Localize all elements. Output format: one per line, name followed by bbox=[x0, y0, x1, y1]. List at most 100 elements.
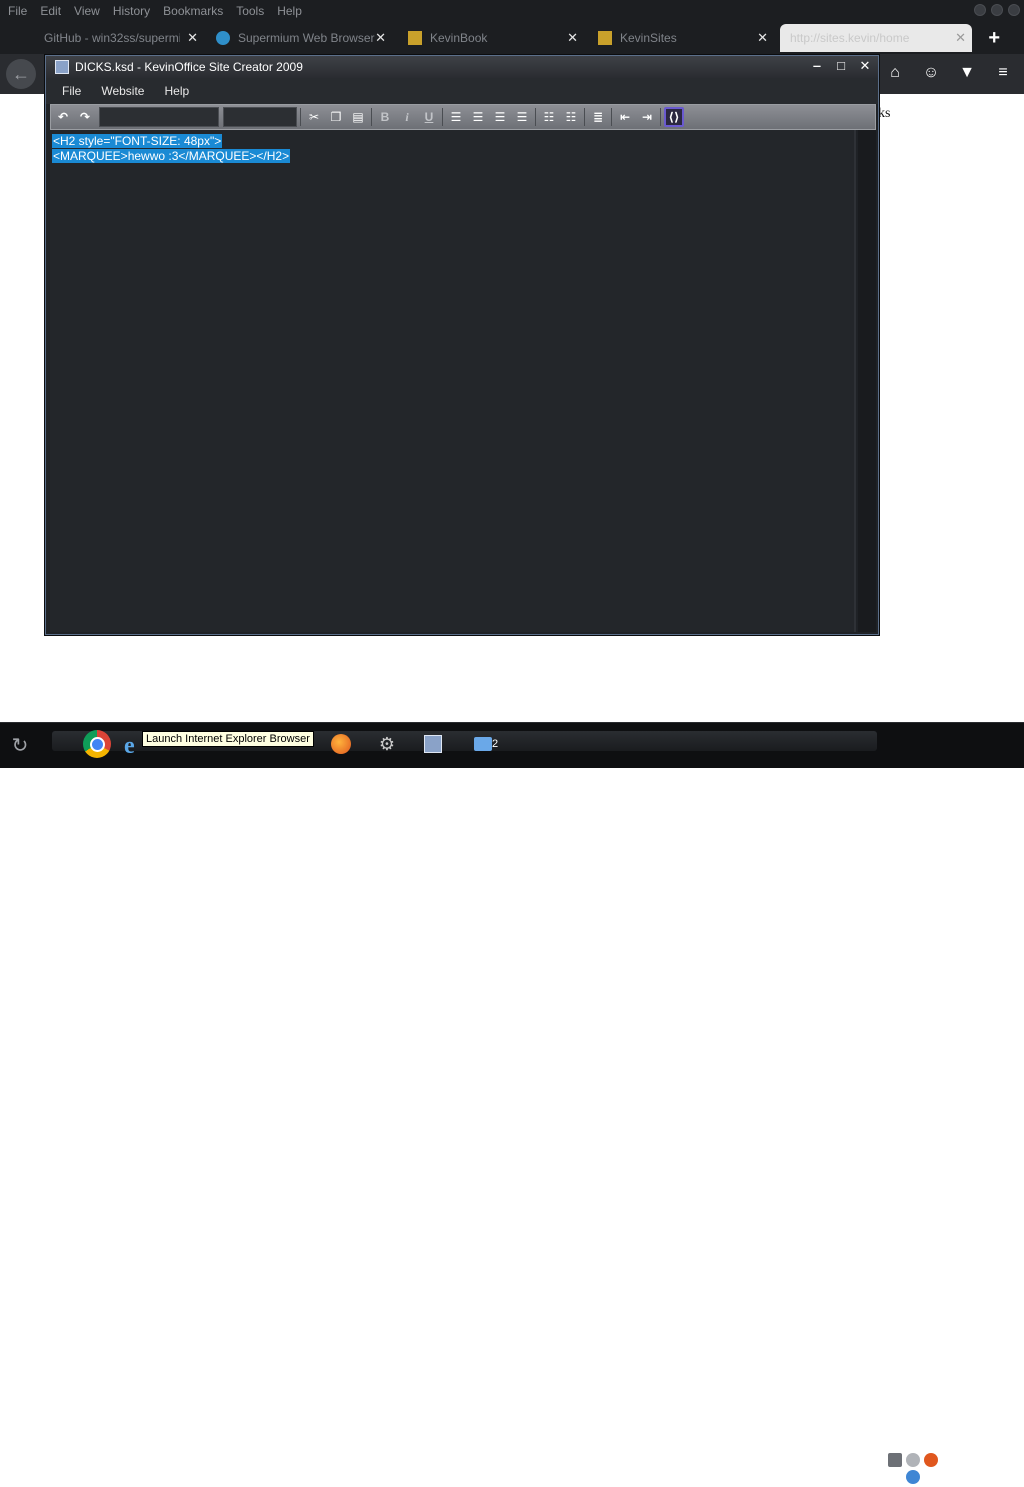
task-group-count: 2 bbox=[491, 738, 499, 750]
supermium-icon bbox=[216, 31, 230, 45]
browser-window-controls bbox=[974, 4, 1020, 16]
browser-menu-tools[interactable]: Tools bbox=[236, 4, 264, 18]
toolbar-separator bbox=[442, 108, 443, 126]
close-icon[interactable]: ✕ bbox=[567, 30, 578, 46]
kevin-icon bbox=[598, 31, 612, 45]
taskbar-clock[interactable]: 1:47 PM bbox=[956, 1462, 1004, 1477]
taskbar-firefox[interactable] bbox=[326, 729, 356, 759]
taskbar-kevinoffice[interactable] bbox=[418, 729, 448, 759]
browser-menu-view[interactable]: View bbox=[74, 4, 100, 18]
browser-menu-edit[interactable]: Edit bbox=[40, 4, 61, 18]
html-source-editor[interactable]: <H2 style="FONT-SIZE: 48px"> <MARQUEE>he… bbox=[50, 130, 856, 632]
toolbar-separator bbox=[371, 108, 372, 126]
tab-supermium[interactable]: Supermium Web Browser ✕ bbox=[216, 24, 392, 52]
system-tray bbox=[884, 1451, 944, 1487]
browser-menu-bookmarks[interactable]: Bookmarks bbox=[163, 4, 223, 18]
page-text-fragment: ks bbox=[878, 106, 891, 121]
kevin-icon bbox=[408, 31, 422, 45]
back-button[interactable]: ← bbox=[6, 59, 36, 89]
back-arrow-icon: ← bbox=[12, 63, 30, 84]
browser-minimize-button[interactable] bbox=[974, 4, 986, 16]
underline-icon[interactable]: U bbox=[419, 107, 439, 127]
font-size-select[interactable] bbox=[223, 107, 297, 127]
taskbar-chrome[interactable] bbox=[82, 729, 112, 759]
italic-icon[interactable]: i bbox=[397, 107, 417, 127]
pocket-icon[interactable]: ▼ bbox=[956, 62, 978, 84]
tab-label: GitHub - win32ss/supermiu... bbox=[44, 31, 180, 45]
gear-icon: ⚙ bbox=[378, 733, 396, 754]
minimize-button[interactable]: ‒ bbox=[810, 58, 824, 74]
toolbar-separator bbox=[535, 108, 536, 126]
kevinoffice-app-icon bbox=[55, 60, 69, 74]
tray-alert-icon[interactable] bbox=[924, 1453, 938, 1467]
unordered-list-icon[interactable]: ☷ bbox=[561, 107, 581, 127]
browser-close-button[interactable] bbox=[1008, 4, 1020, 16]
toolbar-separator bbox=[660, 108, 661, 126]
tab-label: Supermium Web Browser bbox=[238, 31, 375, 45]
app-window-controls: ‒ □ ✕ bbox=[810, 58, 872, 74]
close-icon[interactable]: ✕ bbox=[187, 30, 198, 46]
tab-active-home[interactable]: http://sites.kevin/home ✕ bbox=[780, 24, 972, 52]
outdent-icon[interactable]: ⇤ bbox=[615, 107, 635, 127]
taskbar-explorer-group[interactable]: 2 bbox=[466, 729, 506, 759]
app-menubar: File Website Help bbox=[46, 78, 878, 104]
code-line[interactable]: <H2 style="FONT-SIZE: 48px"> bbox=[52, 134, 223, 148]
maximize-button[interactable]: □ bbox=[834, 58, 848, 74]
toolbar-separator bbox=[300, 108, 301, 126]
paste-icon[interactable]: ▤ bbox=[348, 107, 368, 127]
taskbar-tooltip: Launch Internet Explorer Browser bbox=[142, 731, 314, 747]
new-tab-button[interactable]: + bbox=[988, 27, 1000, 50]
font-family-select[interactable] bbox=[99, 107, 219, 127]
smiley-icon[interactable]: ☺ bbox=[920, 62, 942, 84]
kevinoffice-icon bbox=[424, 735, 442, 753]
tab-kevinsites[interactable]: KevinSites ✕ bbox=[598, 24, 774, 52]
ordered-list-icon[interactable]: ☷ bbox=[539, 107, 559, 127]
close-icon[interactable]: ✕ bbox=[375, 30, 386, 46]
tab-label: http://sites.kevin/home bbox=[790, 31, 910, 45]
app-titlebar[interactable]: DICKS.ksd - KevinOffice Site Creator 200… bbox=[46, 56, 878, 78]
home-icon[interactable]: ⌂ bbox=[884, 62, 906, 84]
toolbar-separator bbox=[611, 108, 612, 126]
source-view-icon[interactable]: ⟨⟩ bbox=[664, 107, 684, 127]
folder-icon bbox=[473, 737, 492, 751]
tab-label: KevinBook bbox=[430, 31, 488, 45]
tray-window-icon[interactable] bbox=[888, 1453, 902, 1467]
firefox-icon bbox=[331, 734, 351, 754]
browser-menu-file[interactable]: File bbox=[8, 4, 27, 18]
copy-icon[interactable]: ❐ bbox=[326, 107, 346, 127]
cut-icon[interactable]: ✂ bbox=[304, 107, 324, 127]
formatting-toolbar: ↶ ↷ ✂ ❐ ▤ B i U ☰ ☰ ☰ ☰ ☷ ☷ ≣ ⇤ ⇥ ⟨⟩ bbox=[50, 104, 876, 130]
chrome-icon bbox=[83, 730, 111, 758]
app-menu-help[interactable]: Help bbox=[164, 84, 189, 98]
hamburger-menu-icon[interactable]: ≡ bbox=[992, 62, 1014, 84]
tab-label: KevinSites bbox=[620, 31, 677, 45]
close-icon[interactable]: ✕ bbox=[955, 30, 966, 46]
tab-github[interactable]: GitHub - win32ss/supermiu... ✕ bbox=[44, 24, 204, 52]
bold-icon[interactable]: B bbox=[375, 107, 395, 127]
browser-menubar: File Edit View History Bookmarks Tools H… bbox=[0, 0, 1024, 22]
indent-icon[interactable]: ⇥ bbox=[637, 107, 657, 127]
undo-icon[interactable]: ↶ bbox=[53, 107, 73, 127]
align-justify-icon[interactable]: ☰ bbox=[512, 107, 532, 127]
tab-kevinbook[interactable]: KevinBook ✕ bbox=[408, 24, 584, 52]
taskbar-settings[interactable]: ⚙ bbox=[372, 729, 402, 759]
paragraph-icon[interactable]: ≣ bbox=[588, 107, 608, 127]
tray-chat-icon[interactable] bbox=[906, 1453, 920, 1467]
code-line[interactable]: <MARQUEE>hewwo :3</MARQUEE></H2> bbox=[52, 149, 291, 163]
editor-scrollbar[interactable] bbox=[858, 130, 876, 632]
app-title: DICKS.ksd - KevinOffice Site Creator 200… bbox=[75, 60, 303, 74]
align-center-icon[interactable]: ☰ bbox=[468, 107, 488, 127]
align-right-icon[interactable]: ☰ bbox=[490, 107, 510, 127]
align-left-icon[interactable]: ☰ bbox=[446, 107, 466, 127]
app-menu-file[interactable]: File bbox=[62, 84, 81, 98]
kevinoffice-window: DICKS.ksd - KevinOffice Site Creator 200… bbox=[45, 55, 879, 635]
browser-menu-history[interactable]: History bbox=[113, 4, 150, 18]
browser-menu-help[interactable]: Help bbox=[277, 4, 302, 18]
app-menu-website[interactable]: Website bbox=[101, 84, 144, 98]
start-button[interactable]: ↻ bbox=[6, 731, 34, 759]
tray-network-icon[interactable] bbox=[906, 1470, 920, 1484]
redo-icon[interactable]: ↷ bbox=[75, 107, 95, 127]
close-icon[interactable]: ✕ bbox=[757, 30, 768, 46]
browser-maximize-button[interactable] bbox=[991, 4, 1003, 16]
close-button[interactable]: ✕ bbox=[858, 58, 872, 74]
